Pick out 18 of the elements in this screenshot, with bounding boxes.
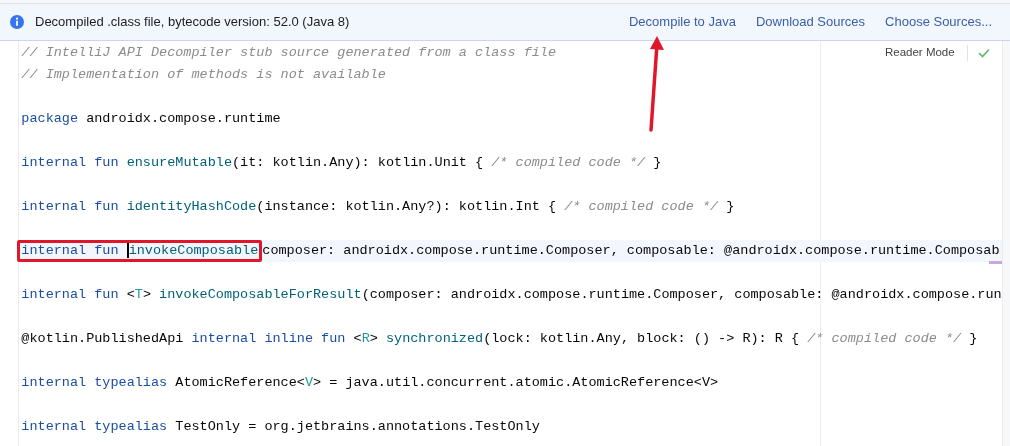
code-line: // IntelliJ API Decompiler stub source generated from a class file — [20, 44, 557, 62]
code-line: internal fun identityHashCode(instance: kotlin.Any?): kotlin.Int { /* compiled code */ } — [20, 198, 735, 216]
error-stripe-mark — [988, 261, 1002, 264]
code-text: composer: androidx.compose.runtime.Composer, composable: @androidx.compose.runtime.Composab — [262, 242, 1000, 260]
annotation-box: internal fun invokeComposable — [17, 240, 263, 262]
code-line: internal typealias AtomicReference<V> = java.util.concurrent.atomic.AtomicReference<V> — [20, 374, 719, 392]
code-line: internal fun <T> invokeComposableForResult(composer: androidx.compose.runtime.Composer, composable: @androidx.compose.run — [20, 286, 1002, 304]
code-line: // Implementation of methods is not available — [20, 66, 386, 84]
code-line: @kotlin.PublishedApi internal inline fun <R> synchronized(lock: kotlin.Any, block: () -> R): R { /* compiled code */ } — [20, 330, 978, 348]
checkmark-icon — [977, 47, 990, 58]
banner-message: Decompiled .class file, bytecode version: 52.0 (Java 8) — [35, 13, 350, 32]
code-line: internal fun ensureMutable(it: kotlin.Any): kotlin.Unit { /* compiled code */ } — [20, 154, 662, 172]
info-icon — [9, 14, 25, 30]
banner-link[interactable]: Decompile to Java — [628, 12, 736, 32]
code-line: internal typealias TestOnly = org.jetbrains.annotations.TestOnly — [20, 418, 540, 436]
banner-link[interactable]: Choose Sources... — [885, 12, 992, 32]
code-line: package androidx.compose.runtime — [20, 110, 281, 128]
banner-link[interactable]: Download Sources — [755, 12, 866, 32]
